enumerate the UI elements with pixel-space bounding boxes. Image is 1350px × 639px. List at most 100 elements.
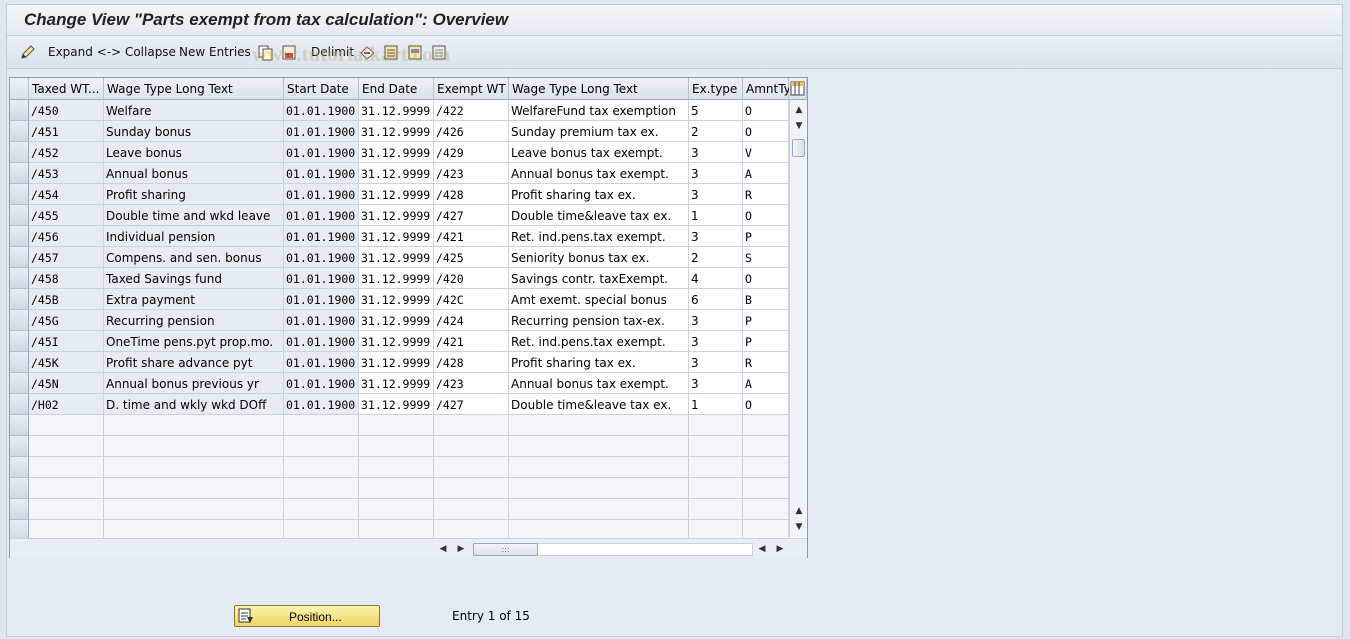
cell-exempt-wt[interactable]: /421 [434,226,509,247]
cell-end-date[interactable]: 31.12.9999 [359,121,434,142]
column-header-taxed-wt[interactable]: Taxed WT... [29,78,104,100]
copy-icon[interactable] [257,44,274,61]
cell-taxed-wt[interactable] [29,499,104,520]
cell-taxed-wt[interactable]: /451 [29,121,104,142]
cell-start-date[interactable] [284,478,359,499]
cell-exempt-wt[interactable] [434,415,509,436]
cell-taxed-wt[interactable]: /450 [29,100,104,121]
cell-amount-type[interactable]: R [743,184,789,205]
row-selector[interactable] [10,478,29,499]
cell-start-date[interactable]: 01.01.1900 [284,331,359,352]
cell-amount-type[interactable]: V [743,142,789,163]
cell-exempt-wt[interactable]: /425 [434,247,509,268]
cell-ex-type[interactable]: 4 [689,268,743,289]
cell-exempt-wt[interactable]: /423 [434,373,509,394]
cell-wage-type-text[interactable] [104,415,284,436]
cell-exempt-wage-type-text[interactable]: Leave bonus tax exempt. [509,142,689,163]
cell-exempt-wage-type-text[interactable] [509,436,689,457]
cell-wage-type-text[interactable]: OneTime pens.pyt prop.mo. [104,331,284,352]
cell-ex-type[interactable]: 3 [689,163,743,184]
horizontal-scrollbar[interactable]: ◀ ▶ ::: ◀ ▶ [10,538,807,558]
cell-amount-type[interactable]: O [743,268,789,289]
cell-taxed-wt[interactable]: /458 [29,268,104,289]
cell-exempt-wt[interactable]: /428 [434,184,509,205]
cell-ex-type[interactable]: 3 [689,310,743,331]
cell-wage-type-text[interactable]: Leave bonus [104,142,284,163]
cell-wage-type-text[interactable]: Individual pension [104,226,284,247]
cell-start-date[interactable]: 01.01.1900 [284,352,359,373]
cell-exempt-wt[interactable] [434,436,509,457]
cell-start-date[interactable]: 01.01.1900 [284,142,359,163]
cell-exempt-wage-type-text[interactable] [509,478,689,499]
cell-exempt-wt[interactable]: /427 [434,205,509,226]
cell-taxed-wt[interactable]: /45K [29,352,104,373]
cell-taxed-wt[interactable]: /457 [29,247,104,268]
cell-taxed-wt[interactable]: /455 [29,205,104,226]
new-entries-button[interactable]: New Entries [179,45,251,59]
cell-ex-type[interactable]: 3 [689,142,743,163]
cell-ex-type[interactable]: 3 [689,373,743,394]
row-selector[interactable] [10,268,29,289]
cell-wage-type-text[interactable]: Sunday bonus [104,121,284,142]
cell-wage-type-text[interactable]: Double time and wkd leave [104,205,284,226]
cell-start-date[interactable] [284,499,359,520]
cell-ex-type[interactable]: 3 [689,184,743,205]
expand-collapse-button[interactable]: Expand <-> Collapse [48,45,176,59]
cell-start-date[interactable] [284,457,359,478]
cell-wage-type-text[interactable]: Welfare [104,100,284,121]
cell-exempt-wt[interactable]: /42C [434,289,509,310]
cell-ex-type[interactable]: 1 [689,394,743,415]
row-selector[interactable] [10,310,29,331]
cell-amount-type[interactable]: O [743,100,789,121]
cell-ex-type[interactable]: 1 [689,205,743,226]
cell-ex-type[interactable]: 2 [689,121,743,142]
cell-exempt-wage-type-text[interactable]: Profit sharing tax ex. [509,352,689,373]
scroll-first-column-icon[interactable]: ◀ [755,543,769,555]
cell-wage-type-text[interactable]: Profit sharing [104,184,284,205]
column-header-end-date[interactable]: End Date [359,78,434,100]
cell-ex-type[interactable] [689,415,743,436]
row-selector[interactable] [10,226,29,247]
empty-table-row[interactable] [29,436,789,457]
cell-end-date[interactable]: 31.12.9999 [359,310,434,331]
cell-wage-type-text[interactable]: Annual bonus [104,163,284,184]
cell-start-date[interactable]: 01.01.1900 [284,394,359,415]
cell-exempt-wage-type-text[interactable]: Seniority bonus tax ex. [509,247,689,268]
scroll-page-up-icon[interactable]: ▲ [792,505,806,517]
cell-end-date[interactable]: 31.12.9999 [359,226,434,247]
row-selector[interactable] [10,142,29,163]
row-selector[interactable] [10,499,29,520]
scroll-page-down-icon[interactable]: ▼ [792,521,806,533]
scroll-up-icon[interactable]: ▲ [792,104,806,116]
row-selector[interactable] [10,121,29,142]
table-row[interactable]: /456 Individual pension 01.01.1900 31.12.99… [29,226,789,247]
cell-end-date[interactable] [359,499,434,520]
cell-exempt-wt[interactable]: /426 [434,121,509,142]
cell-exempt-wt[interactable]: /423 [434,163,509,184]
cell-amount-type[interactable] [743,478,789,499]
cell-end-date[interactable] [359,415,434,436]
cell-end-date[interactable]: 31.12.9999 [359,373,434,394]
row-selector[interactable] [10,415,29,436]
select-all-rows-header[interactable] [10,78,29,100]
row-selector[interactable] [10,436,29,457]
cell-ex-type[interactable]: 5 [689,100,743,121]
cell-end-date[interactable] [359,457,434,478]
table-row[interactable]: /452 Leave bonus 01.01.1900 31.12.9999/429 L… [29,142,789,163]
column-header-amount-type[interactable]: AmntTy [743,78,791,100]
row-selector[interactable] [10,352,29,373]
cell-ex-type[interactable]: 6 [689,289,743,310]
table-row[interactable]: /45B Extra payment 01.01.1900 31.12.9999/42… [29,289,789,310]
scroll-last-column-icon[interactable]: ▶ [773,543,787,555]
cell-amount-type[interactable]: R [743,352,789,373]
cell-amount-type[interactable]: S [743,247,789,268]
row-selector[interactable] [10,100,29,121]
cell-exempt-wt[interactable]: /429 [434,142,509,163]
cell-taxed-wt[interactable]: /452 [29,142,104,163]
cell-end-date[interactable]: 31.12.9999 [359,184,434,205]
cell-exempt-wage-type-text[interactable] [509,499,689,520]
table-row[interactable]: /454 Profit sharing 01.01.1900 31.12.9999/4… [29,184,789,205]
select-block-icon[interactable] [407,44,424,61]
scroll-right-icon[interactable]: ▶ [454,543,468,555]
cell-exempt-wage-type-text[interactable]: Sunday premium tax ex. [509,121,689,142]
